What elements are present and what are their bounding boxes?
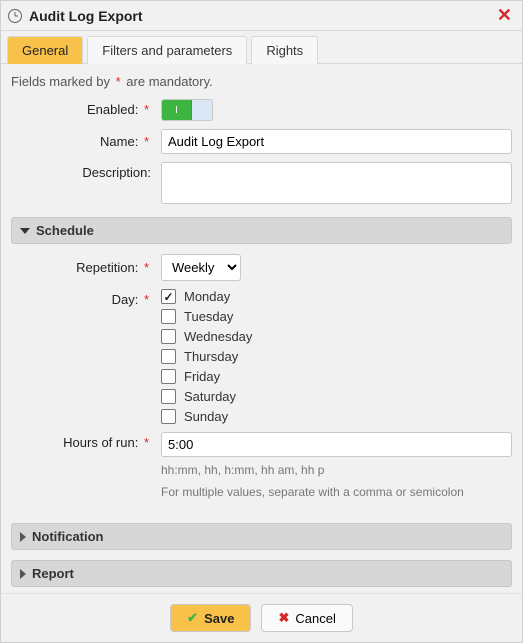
- label-repetition-text: Repetition:: [76, 260, 138, 275]
- day-checkbox[interactable]: [161, 389, 176, 404]
- chevron-right-icon: [20, 532, 26, 542]
- required-star-icon: *: [144, 260, 149, 275]
- section-header-notification[interactable]: Notification: [11, 523, 512, 550]
- toggle-knob: [192, 100, 212, 120]
- enabled-toggle[interactable]: I: [161, 99, 213, 121]
- titlebar: Audit Log Export ✕: [1, 1, 522, 31]
- section-schedule: Schedule Repetition: * Weekly: [11, 217, 512, 513]
- x-icon: ✖: [278, 610, 289, 626]
- toggle-on-text: I: [162, 100, 192, 120]
- day-row: Thursday: [161, 349, 512, 364]
- footer: ✔ Save ✖ Cancel: [1, 593, 522, 642]
- close-icon[interactable]: ✕: [493, 5, 516, 26]
- save-label: Save: [204, 611, 234, 626]
- chevron-down-icon: [20, 228, 30, 234]
- tab-rights[interactable]: Rights: [251, 36, 318, 64]
- day-label: Tuesday: [184, 309, 233, 324]
- label-description: Description:: [11, 162, 161, 184]
- clock-icon: [7, 8, 23, 24]
- dialog-body: Fields marked by * are mandatory. Enable…: [1, 64, 522, 593]
- day-row: Saturday: [161, 389, 512, 404]
- day-row: Tuesday: [161, 309, 512, 324]
- label-repetition: Repetition: *: [11, 257, 161, 279]
- hours-hint2: For multiple values, separate with a com…: [161, 483, 512, 501]
- day-label: Saturday: [184, 389, 236, 404]
- section-notification: Notification: [11, 523, 512, 550]
- mandatory-prefix: Fields marked by: [11, 74, 110, 89]
- chevron-right-icon: [20, 569, 26, 579]
- days-list: Monday Tuesday Wednesday Thursday Friday Satu…: [161, 289, 512, 424]
- required-star-icon: *: [144, 292, 149, 307]
- day-row: Friday: [161, 369, 512, 384]
- save-button[interactable]: ✔ Save: [170, 604, 251, 632]
- repetition-select[interactable]: Weekly: [161, 254, 241, 281]
- day-checkbox[interactable]: [161, 369, 176, 384]
- section-title-report: Report: [32, 566, 74, 581]
- tabs: General Filters and parameters Rights: [1, 35, 522, 64]
- day-row: Wednesday: [161, 329, 512, 344]
- section-report: Report: [11, 560, 512, 587]
- day-checkbox[interactable]: [161, 409, 176, 424]
- label-day: Day: *: [11, 289, 161, 311]
- required-star-icon: *: [144, 102, 149, 117]
- day-label: Friday: [184, 369, 220, 384]
- label-name-text: Name:: [100, 134, 138, 149]
- row-description: Description:: [11, 162, 512, 207]
- day-row: Monday: [161, 289, 512, 304]
- dialog-title: Audit Log Export: [29, 8, 493, 24]
- day-checkbox[interactable]: [161, 349, 176, 364]
- cancel-button[interactable]: ✖ Cancel: [261, 604, 352, 632]
- label-enabled-text: Enabled:: [87, 102, 138, 117]
- mandatory-note: Fields marked by * are mandatory.: [11, 74, 512, 89]
- day-row: Sunday: [161, 409, 512, 424]
- tab-filters[interactable]: Filters and parameters: [87, 36, 247, 64]
- description-input[interactable]: [161, 162, 512, 204]
- required-star-icon: *: [144, 134, 149, 149]
- day-checkbox[interactable]: [161, 329, 176, 344]
- day-checkbox[interactable]: [161, 309, 176, 324]
- dialog: Audit Log Export ✕ General Filters and p…: [0, 0, 523, 643]
- day-label: Sunday: [184, 409, 228, 424]
- section-title-notification: Notification: [32, 529, 104, 544]
- label-hours: Hours of run: *: [11, 432, 161, 454]
- mandatory-suffix: are mandatory.: [126, 74, 212, 89]
- tab-general[interactable]: General: [7, 36, 83, 64]
- row-repetition: Repetition: * Weekly: [11, 254, 512, 281]
- day-label: Monday: [184, 289, 230, 304]
- required-star-icon: *: [144, 435, 149, 450]
- day-label: Thursday: [184, 349, 238, 364]
- day-checkbox[interactable]: [161, 289, 176, 304]
- section-header-schedule[interactable]: Schedule: [11, 217, 512, 244]
- name-input[interactable]: [161, 129, 512, 154]
- row-hours: Hours of run: * hh:mm, hh, h:mm, hh am, …: [11, 432, 512, 501]
- check-icon: ✔: [187, 610, 198, 626]
- label-name: Name: *: [11, 131, 161, 153]
- label-enabled: Enabled: *: [11, 99, 161, 121]
- row-enabled: Enabled: * I: [11, 99, 512, 121]
- mandatory-star-icon: *: [116, 74, 121, 89]
- hours-input[interactable]: [161, 432, 512, 457]
- section-body-schedule: Repetition: * Weekly Day: *: [11, 244, 512, 513]
- label-hours-text: Hours of run:: [63, 435, 138, 450]
- row-name: Name: *: [11, 129, 512, 154]
- day-label: Wednesday: [184, 329, 252, 344]
- label-day-text: Day:: [112, 292, 139, 307]
- section-title-schedule: Schedule: [36, 223, 94, 238]
- section-header-report[interactable]: Report: [11, 560, 512, 587]
- hours-hint1: hh:mm, hh, h:mm, hh am, hh p: [161, 461, 512, 479]
- row-day: Day: * Monday Tuesday Wednesday Thursday Fri…: [11, 289, 512, 424]
- cancel-label: Cancel: [295, 611, 335, 626]
